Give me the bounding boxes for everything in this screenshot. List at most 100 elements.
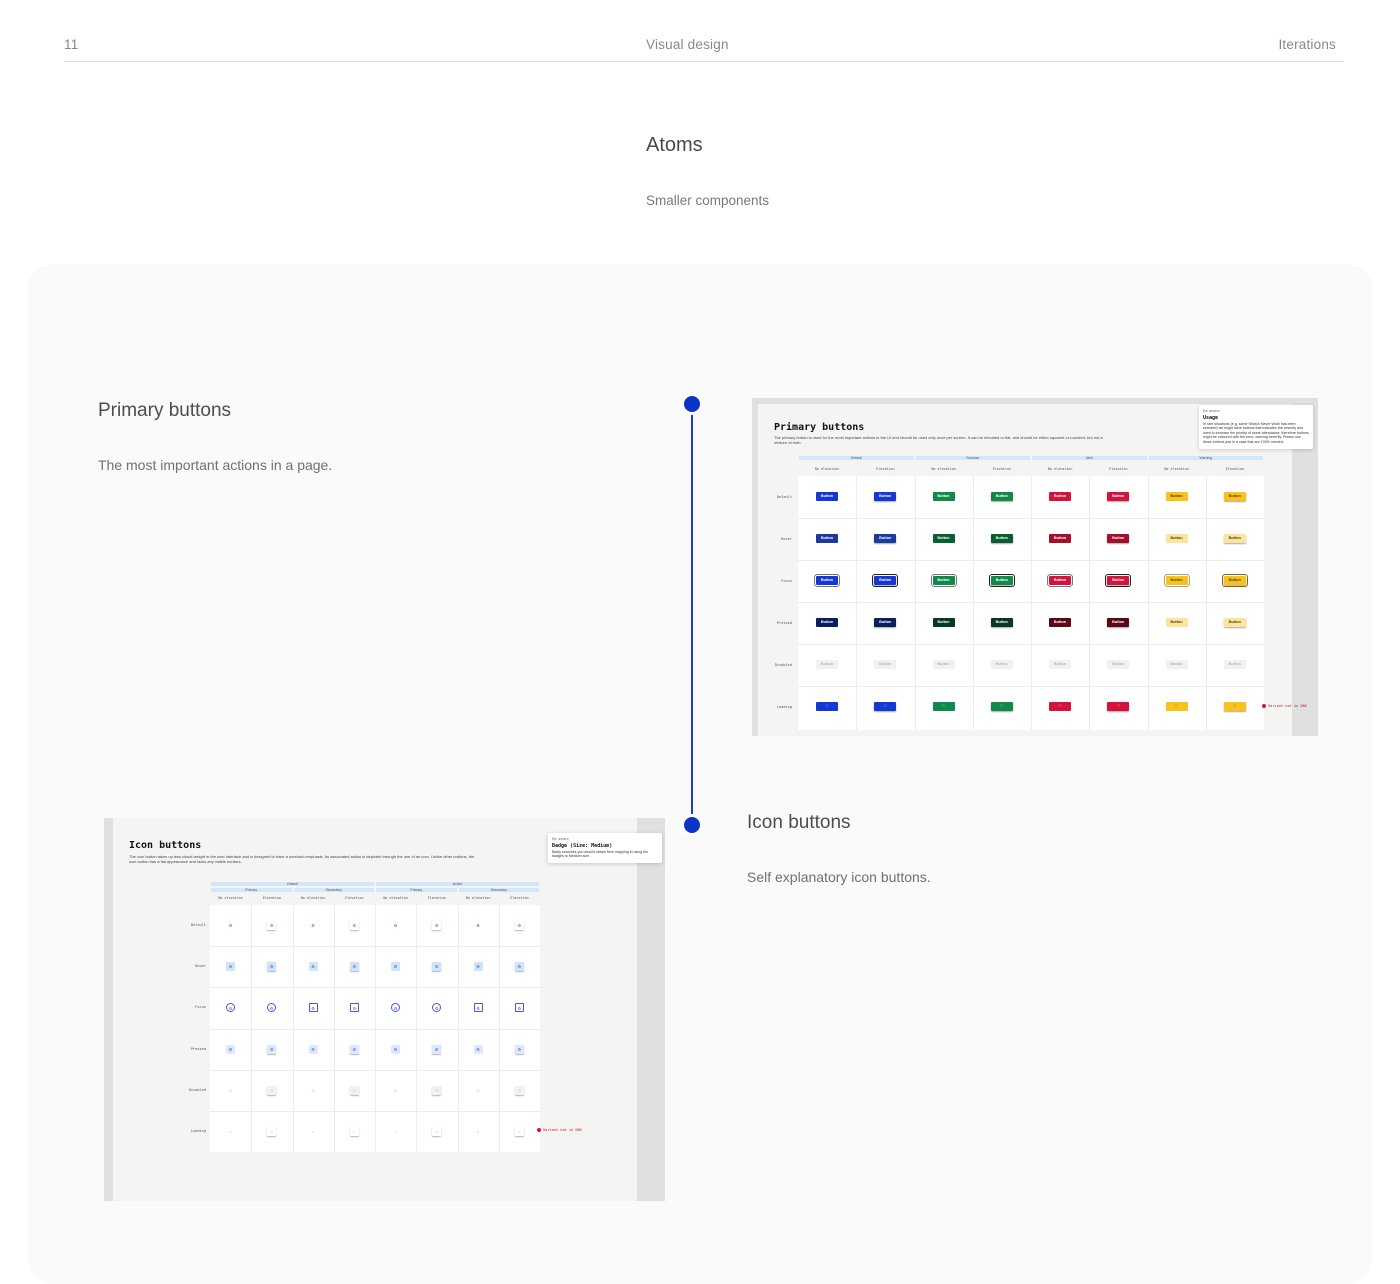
note-tag: Be aware (552, 836, 569, 841)
primary-row-label: Focus (781, 579, 792, 583)
settings-icon: ⚙ (473, 962, 483, 972)
icon-button-grid: ⚙ ⚙ ⚙ ⚙ ⚙ ⚙ ⚙ ⚙ ⚙ ⚙ ⚙ ⚙ ⚙ ⚙ ⚙ ⚙ ⚙ ⚙ ⚙ ⚙ ⚙ ⚙ ⚙ ⚙ ⚙ ⚙ ⚙ ⚙ ⚙ ⚙ ⚙ ⚙ ⚙ ⚙ ⚙ ⚙ ⚙ ⚙ ⚙ ⚙… (210, 905, 540, 1153)
settings-icon: ⚙ (473, 1044, 483, 1054)
icon-column-label: No elevation (383, 896, 408, 900)
grid-line (1147, 476, 1149, 730)
primary-button: Button (874, 660, 897, 669)
spinner-icon: ◌ (990, 702, 1013, 711)
page-number: 11 (64, 37, 79, 52)
grid-line (1031, 476, 1032, 730)
icon-subgroup-label: Primary (410, 888, 423, 892)
icon-artboard: Icon buttons The icon button takes up le… (113, 818, 637, 1201)
spinner-icon: ◌ (1049, 702, 1071, 711)
settings-icon: ⚙ (308, 1044, 318, 1054)
primary-button: Button (1165, 618, 1188, 627)
note-title: Badge (Size: Medium) (552, 843, 613, 849)
settings-icon: ⚙ (514, 962, 524, 972)
settings-icon: ⚙ (308, 1003, 318, 1013)
settings-icon: ⚙ (393, 923, 398, 928)
icon-row-label: Disabled (188, 1087, 206, 1092)
primary-button: Button (932, 576, 955, 585)
section-label: Visual design (646, 37, 729, 52)
spinner-icon: ◌ (1223, 702, 1246, 711)
primary-column-label: No elevation (1164, 467, 1189, 471)
primary-button: Button (932, 660, 955, 669)
primary-button: Button (990, 534, 1013, 543)
spinner-icon: ◌ (1165, 702, 1188, 711)
primary-row-label: Disabled (774, 663, 792, 667)
header-divider (64, 61, 1344, 62)
icon-buttons-description: Self explanatory icon buttons. (747, 869, 931, 885)
primary-button: Button (872, 574, 899, 587)
primary-buttons-title: Primary buttons (98, 400, 232, 421)
grid-line (1089, 476, 1091, 730)
grid-line (1205, 476, 1207, 730)
settings-icon: ⚙ (311, 1087, 315, 1093)
grid-line (416, 905, 418, 1153)
grid-line (375, 905, 376, 1153)
primary-button: Button (874, 618, 897, 627)
settings-icon: ⚙ (515, 921, 524, 930)
primary-column-label: No elevation (1047, 467, 1073, 471)
primary-button: Button (816, 660, 838, 669)
settings-icon: ⚙ (226, 962, 235, 972)
icon-subgroup-label: Secondary (490, 888, 507, 892)
settings-icon: ⚙ (391, 1003, 400, 1013)
spinner-icon: ◌ (816, 702, 838, 711)
primary-button: Button (1165, 660, 1188, 669)
primary-button: Button (816, 576, 838, 585)
primary-button: Button (1223, 618, 1246, 627)
primary-row-label: Pressed (776, 621, 792, 625)
primary-button: Button (932, 492, 955, 501)
atoms-subtitle: Smaller components (646, 193, 770, 208)
grid-line (856, 476, 858, 730)
primary-button: Button (1223, 660, 1246, 669)
primary-button: Button (1105, 574, 1132, 587)
note-body: Badly searches you should obtain from ma… (552, 850, 649, 859)
primary-button: Button (932, 534, 955, 543)
primary-button: Button (874, 492, 897, 501)
settings-icon: ⚙ (349, 1085, 359, 1095)
grid-line (914, 476, 916, 730)
settings-icon: ⚙ (391, 1044, 400, 1054)
icon-row-label: Pressed (190, 1046, 206, 1051)
primary-button: Button (1221, 574, 1248, 587)
primary-button: Button (1049, 534, 1071, 543)
grid-line (972, 476, 974, 730)
settings-icon: ⚙ (267, 962, 277, 972)
primary-row-label: Default (776, 495, 792, 499)
primary-button: Button (1107, 492, 1130, 501)
settings-icon: ⚙ (514, 1003, 524, 1013)
spinner-icon: ◌ (432, 1127, 441, 1136)
spinner-icon: ◌ (229, 1129, 232, 1134)
settings-icon: ⚙ (393, 1087, 398, 1093)
settings-icon: ⚙ (226, 1003, 235, 1013)
spinner-icon: ◌ (874, 702, 897, 711)
settings-icon: ⚙ (432, 1085, 442, 1095)
icon-buttons-title: Icon buttons (747, 812, 851, 833)
note-title: Usage (1203, 415, 1219, 421)
primary-button: Button (874, 534, 897, 543)
primary-button: Button (816, 618, 838, 627)
settings-icon: ⚙ (311, 923, 315, 928)
primary-button: Button (816, 492, 838, 501)
primary-group-label: Warning (1199, 456, 1213, 460)
primary-button: Button (1223, 534, 1246, 543)
settings-icon: ⚙ (267, 1044, 277, 1054)
primary-column-label: Elevation (992, 467, 1012, 471)
settings-icon: ⚙ (476, 923, 480, 928)
primary-column-label: No elevation (814, 467, 840, 471)
icon-row-label: Focus (195, 1005, 206, 1010)
settings-icon: ⚙ (391, 962, 400, 972)
icon-column-label: No elevation (300, 896, 326, 900)
primary-row-label: Hover (781, 537, 792, 541)
primary-buttons-description: The most important actions in a page. (98, 457, 333, 473)
primary-button: Button (816, 534, 838, 543)
settings-icon: ⚙ (350, 921, 359, 930)
spinner-icon: ◌ (267, 1127, 276, 1136)
note-tag: Be aware (1203, 408, 1220, 413)
primary-button: Button (1049, 492, 1071, 501)
settings-icon: ⚙ (228, 1087, 233, 1093)
settings-icon: ⚙ (267, 921, 276, 930)
timeline-dot-icon (684, 817, 700, 833)
